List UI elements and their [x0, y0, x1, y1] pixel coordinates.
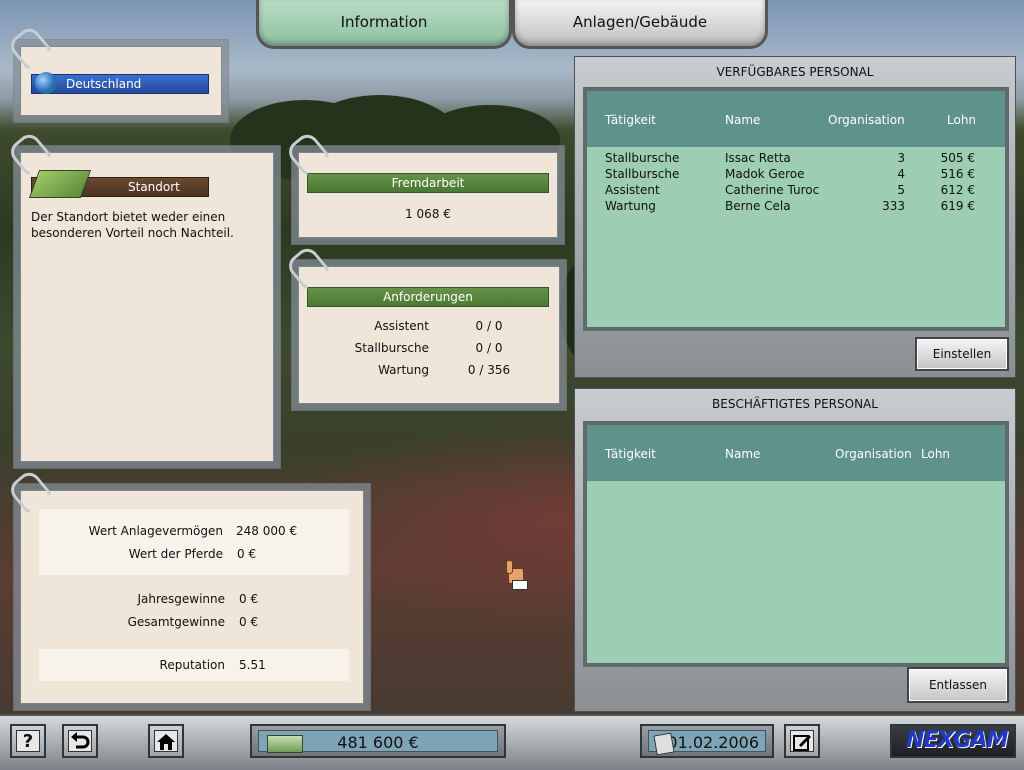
gesamtgewinne-value: 0 € [239, 615, 259, 629]
standort-title: Standort [128, 180, 180, 194]
asset-values-box [39, 509, 349, 575]
tab-information[interactable]: Information [256, 0, 512, 49]
cell-job: Stallbursche [605, 167, 680, 181]
cell-name: Madok Geroe [725, 167, 805, 181]
column-header-taetigkeit: Tätigkeit [605, 447, 656, 461]
employed-staff-panel: BESCHÄFTIGTES PERSONAL Tätigkeit Name Or… [574, 388, 1016, 712]
standort-description: Der Standort bietet weder einen besonder… [31, 210, 234, 240]
terrain-icon [28, 170, 92, 198]
table-header: Tätigkeit Name Organisation Lohn [587, 91, 1005, 147]
req-value-wartung: 0 / 356 [467, 363, 511, 377]
bottom-toolbar: ? 481 600 € 01.02.2006 NEXGAM [0, 714, 1024, 770]
jahresgewinne-label: Jahresgewinne [137, 592, 225, 606]
req-label-assistent: Assistent [374, 319, 429, 333]
date-screen: 01.02.2006 [648, 730, 766, 756]
help-icon: ? [16, 730, 40, 752]
cell-wage: 612 € [940, 183, 975, 197]
anlagevermoegen-value: 248 000 € [236, 524, 298, 538]
table-row[interactable]: Stallbursche Madok Geroe 4 516 € [587, 167, 1005, 183]
hand-cursor-icon [502, 560, 528, 590]
fremdarbeit-title: Fremdarbeit [307, 173, 549, 193]
table-row[interactable]: Wartung Berne Cela 333 619 € [587, 199, 1005, 215]
cell-job: Wartung [605, 199, 656, 213]
money-value: 481 600 € [337, 733, 419, 752]
einstellen-button[interactable]: Einstellen [915, 337, 1009, 371]
cell-job: Stallbursche [605, 151, 680, 165]
home-button[interactable] [148, 724, 184, 758]
country-label: Deutschland [66, 77, 142, 91]
column-header-name: Name [725, 447, 761, 461]
date-value: 01.02.2006 [667, 733, 759, 752]
table-header: Tätigkeit Name Organisation Lohn [587, 425, 1005, 481]
logo-box: NEXGAM [890, 724, 1016, 758]
undo-button[interactable] [62, 724, 98, 758]
cell-name: Berne Cela [725, 199, 791, 213]
globe-icon [35, 72, 57, 94]
country-bar: Deutschland [31, 72, 209, 94]
cell-wage: 516 € [940, 167, 975, 181]
edit-icon [790, 730, 814, 752]
finances-panel: Wert Anlagevermögen 248 000 € Wert der P… [20, 490, 364, 704]
cell-organisation: 5 [897, 183, 905, 197]
standort-panel: Standort Der Standort bietet weder einen… [20, 152, 274, 462]
column-header-lohn: Lohn [947, 113, 977, 127]
reputation-label: Reputation [159, 658, 225, 672]
pferde-label: Wert der Pferde [128, 547, 223, 561]
fremdarbeit-value: 1 068 € [405, 207, 451, 221]
fremdarbeit-panel: Fremdarbeit 1 068 € [298, 152, 558, 238]
req-value-stallbursche: 0 / 0 [475, 341, 503, 355]
employed-staff-table[interactable]: Tätigkeit Name Organisation Lohn [583, 421, 1009, 667]
jahresgewinne-value: 0 € [239, 592, 259, 606]
country-panel: Deutschland [20, 46, 222, 116]
cell-wage: 505 € [940, 151, 975, 165]
req-value-assistent: 0 / 0 [475, 319, 503, 333]
cell-organisation: 333 [882, 199, 905, 213]
available-staff-panel: VERFÜGBARES PERSONAL Tätigkeit Name Orga… [574, 56, 1016, 378]
entlassen-button[interactable]: Entlassen [907, 667, 1009, 703]
cell-organisation: 3 [897, 151, 905, 165]
anforderungen-panel: Anforderungen Assistent 0 / 0 Stallbursc… [298, 266, 560, 404]
calendar-icon [653, 732, 675, 756]
undo-icon [68, 730, 92, 752]
req-label-wartung: Wartung [378, 363, 429, 377]
table-row[interactable]: Assistent Catherine Turoc 5 612 € [587, 183, 1005, 199]
column-header-lohn: Lohn [921, 447, 951, 461]
cell-organisation: 4 [897, 167, 905, 181]
tab-anlagen-gebaeude[interactable]: Anlagen/Gebäude [512, 0, 768, 49]
available-staff-table[interactable]: Tätigkeit Name Organisation Lohn Stallbu… [583, 87, 1009, 331]
cell-job: Assistent [605, 183, 660, 197]
date-display: 01.02.2006 [640, 724, 774, 758]
anlagevermoegen-label: Wert Anlagevermögen [88, 524, 223, 538]
available-staff-title: VERFÜGBARES PERSONAL [716, 65, 874, 79]
help-button[interactable]: ? [10, 724, 46, 758]
column-header-organisation: Organisation [828, 113, 905, 127]
gesamtgewinne-label: Gesamtgewinne [127, 615, 225, 629]
req-label-stallbursche: Stallbursche [354, 341, 429, 355]
money-display: 481 600 € [250, 724, 506, 758]
column-header-name: Name [725, 113, 761, 127]
cell-wage: 619 € [940, 199, 975, 213]
column-header-organisation: Organisation [835, 447, 912, 461]
pferde-value: 0 € [237, 547, 257, 561]
nexgam-logo: NEXGAM [906, 728, 1008, 753]
column-header-taetigkeit: Tätigkeit [605, 113, 656, 127]
money-screen: 481 600 € [258, 730, 498, 753]
cell-name: Catherine Turoc [725, 183, 820, 197]
edit-button[interactable] [784, 724, 820, 758]
reputation-value: 5.51 [239, 658, 266, 672]
standort-bar: Standort [28, 170, 209, 198]
money-icon [267, 735, 303, 753]
employed-staff-title: BESCHÄFTIGTES PERSONAL [712, 397, 878, 411]
cell-name: Issac Retta [725, 151, 791, 165]
table-row[interactable]: Stallbursche Issac Retta 3 505 € [587, 151, 1005, 167]
anforderungen-title: Anforderungen [307, 287, 549, 307]
home-icon [154, 730, 178, 752]
